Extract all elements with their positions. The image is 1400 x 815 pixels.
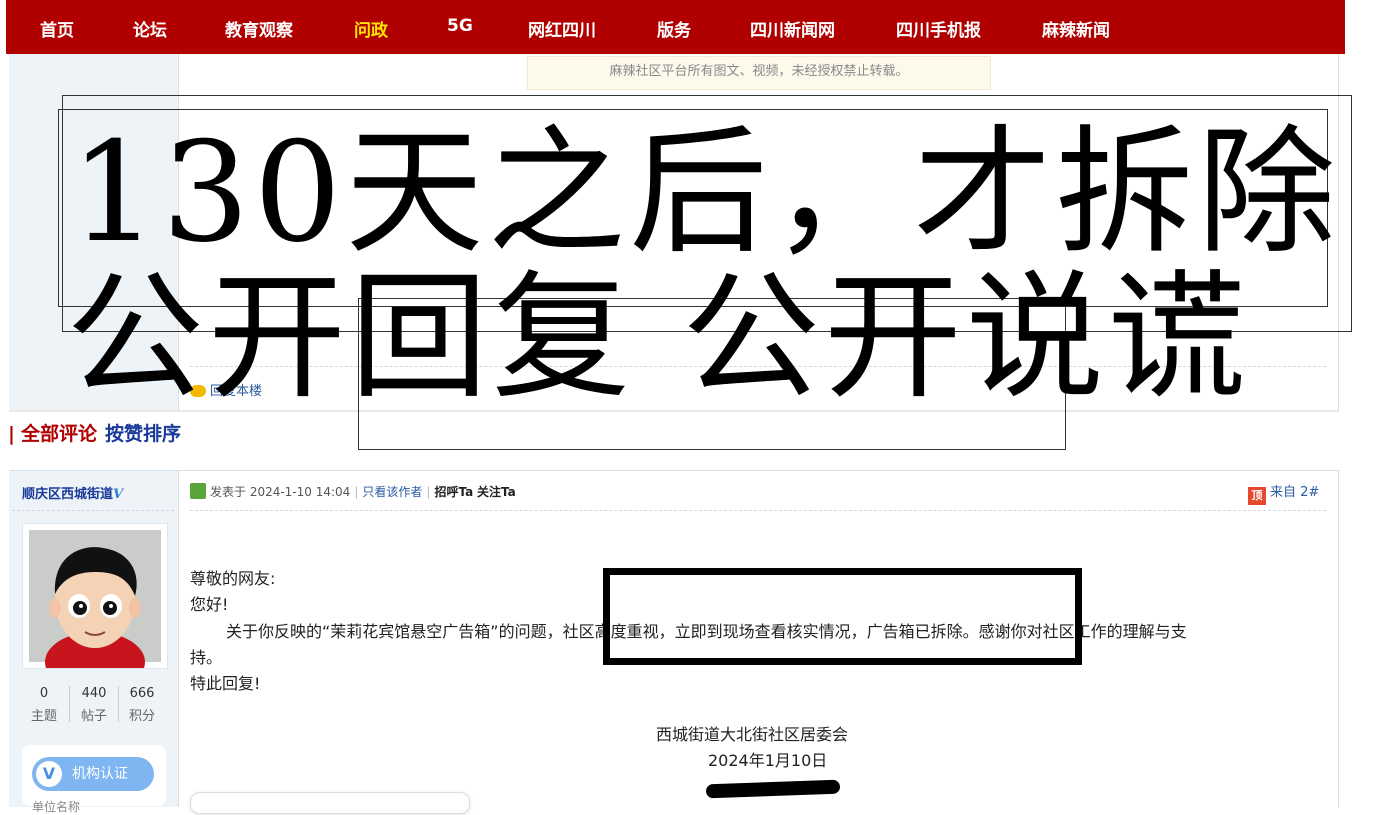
nav-item-sichuan-news[interactable]: 四川新闻网 — [750, 16, 835, 41]
body-hello: 您好! — [190, 595, 229, 614]
highlight-frame — [603, 568, 1082, 665]
caption-line2: 公开回复 公开说谎 — [66, 257, 1250, 418]
nav-item-forum[interactable]: 论坛 — [133, 16, 167, 41]
comment-tabs: | 全部评论 按赞排序 — [8, 419, 181, 446]
stat-posts-label: 帖子 — [80, 709, 107, 724]
signature-date: 2024年1月10日 — [708, 751, 828, 770]
post-status-icon — [190, 483, 206, 499]
org-verify-label: 机构认证 — [72, 766, 128, 782]
author-name[interactable]: 顺庆区西城街道V — [22, 483, 123, 502]
nav-item-wenzheng[interactable]: 问政 — [354, 16, 388, 41]
stat-points-label: 积分 — [128, 709, 155, 724]
stat-topics-label: 主题 — [30, 709, 57, 724]
meta-separator: | — [354, 485, 359, 499]
post-time: 发表于 2024-1-10 14:04 — [210, 485, 351, 499]
post-floor[interactable]: 顶来自 2# — [1248, 481, 1319, 505]
only-author-link[interactable]: 只看该作者 — [362, 485, 422, 499]
nav-item-mala-news[interactable]: 麻辣新闻 — [1042, 16, 1110, 41]
top-nav: 首页 论坛 教育观察 问政 5G 网红四川 版务 四川新闻网 四川手机报 麻辣新… — [6, 0, 1345, 54]
avatar[interactable] — [22, 523, 168, 692]
floating-action-bar[interactable] — [190, 792, 470, 814]
stat-posts[interactable]: 440 帖子 — [68, 686, 120, 724]
stat-points-value: 666 — [129, 686, 155, 701]
copyright-notice: 麻辣社区平台所有图文、视频，未经授权禁止转载。 — [527, 56, 991, 90]
nav-item-sichuan-mobile[interactable]: 四川手机报 — [896, 16, 981, 41]
nav-item-education[interactable]: 教育观察 — [225, 16, 293, 41]
verify-icon: V — [36, 761, 62, 787]
nav-item-wanghong-sichuan[interactable]: 网红四川 — [528, 16, 596, 41]
stat-topics-value: 0 — [39, 686, 49, 701]
tab-all-comments[interactable]: 全部评论 — [21, 423, 97, 445]
follow-link[interactable]: 关注Ta — [477, 485, 516, 499]
stat-posts-value: 440 — [81, 686, 107, 701]
body-closing: 特此回复! — [190, 674, 261, 693]
avatar-cartoon-image — [23, 524, 167, 692]
org-name-label: 单位名称 — [32, 800, 81, 814]
tab-sort-by-likes[interactable]: 按赞排序 — [105, 423, 181, 445]
caption-line1: 130天之后，才拆除 — [70, 112, 1340, 273]
post-header-divider — [190, 510, 1326, 511]
meta-separator: | — [426, 485, 431, 499]
top-icon[interactable]: 顶 — [1248, 487, 1266, 505]
verified-icon: V — [113, 487, 124, 502]
signature-org: 西城街道大北街社区居委会 — [656, 725, 849, 744]
greet-link[interactable]: 招呼Ta — [434, 485, 473, 499]
body-greeting: 尊敬的网友: — [190, 569, 276, 588]
org-verify-badge[interactable]: V 机构认证 — [32, 757, 154, 791]
post-meta: 发表于 2024-1-10 14:04 | 只看该作者 | 招呼Ta 关注Ta — [190, 483, 516, 500]
stat-points[interactable]: 666 积分 — [116, 686, 168, 724]
sidebar-divider — [12, 510, 174, 511]
nav-item-5g[interactable]: 5G — [447, 16, 473, 36]
body-paragraph-end: 持。 — [190, 648, 223, 667]
author-name-text: 顺庆区西城街道 — [22, 487, 114, 502]
stat-topics[interactable]: 0 主题 — [18, 686, 70, 724]
nav-item-home[interactable]: 首页 — [40, 16, 74, 41]
floor-label: 来自 2# — [1270, 485, 1320, 500]
nav-item-banwu[interactable]: 版务 — [657, 16, 691, 41]
section-marker: | — [8, 423, 15, 445]
